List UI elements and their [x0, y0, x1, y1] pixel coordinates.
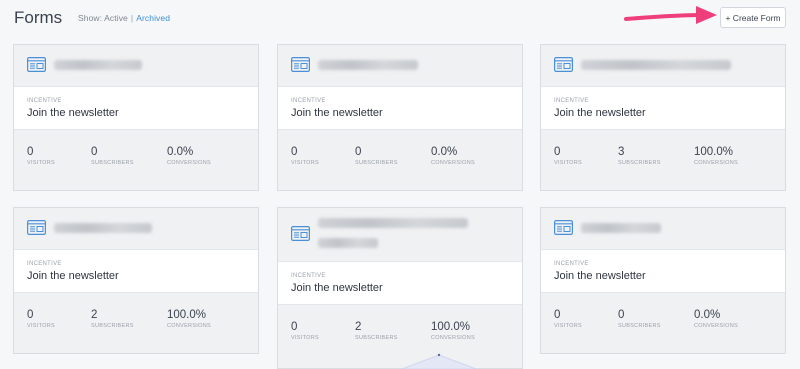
visitors-stat: 0 VISITORS: [554, 309, 582, 329]
web-form-icon: [27, 220, 46, 235]
incentive-label: INCENTIVE: [27, 261, 62, 267]
conversions-stat: 0.0% CONVERSIONS: [694, 309, 738, 329]
status-filter: Show: Active | Archived: [78, 13, 170, 23]
subscribers-stat: 2 SUBSCRIBERS: [91, 309, 134, 329]
incentive-value: Join the newsletter: [27, 107, 119, 119]
stats-row: 0 VISITORS 2 SUBSCRIBERS 100.0% CONVERSIONS: [14, 293, 258, 353]
incentive-value: Join the newsletter: [554, 107, 646, 119]
subscribers-stat: 3 SUBSCRIBERS: [618, 146, 661, 166]
conversions-stat: 0.0% CONVERSIONS: [431, 146, 475, 166]
filter-separator: |: [130, 13, 134, 23]
card-header: [541, 45, 785, 86]
form-card[interactable]: INCENTIVE Join the newsletter 0 VISITORS …: [540, 44, 786, 191]
subscribers-stat: 0 SUBSCRIBERS: [618, 309, 661, 329]
form-card[interactable]: INCENTIVE Join the newsletter 0 VISITORS …: [13, 44, 259, 191]
conversions-stat: 0.0% CONVERSIONS: [167, 146, 211, 166]
incentive-section: INCENTIVE Join the newsletter: [14, 86, 258, 130]
incentive-value: Join the newsletter: [291, 107, 383, 119]
visitors-stat: 0 VISITORS: [291, 321, 319, 341]
incentive-section: INCENTIVE Join the newsletter: [278, 261, 522, 305]
stats-row: 0 VISITORS 3 SUBSCRIBERS 100.0% CONVERSIONS: [541, 130, 785, 190]
form-name-redacted: [318, 60, 418, 70]
form-name-redacted: [318, 238, 378, 248]
web-form-icon: [554, 57, 573, 72]
visitors-stat: 0 VISITORS: [554, 146, 582, 166]
incentive-section: INCENTIVE Join the newsletter: [278, 86, 522, 130]
filter-active-link[interactable]: Active: [104, 13, 128, 23]
stats-row: 0 VISITORS 0 SUBSCRIBERS 0.0% CONVERSIONS: [541, 293, 785, 353]
incentive-label: INCENTIVE: [291, 98, 326, 104]
page-title: Forms: [14, 8, 63, 27]
form-name-redacted: [581, 60, 731, 70]
incentive-section: INCENTIVE Join the newsletter: [541, 86, 785, 130]
form-card[interactable]: INCENTIVE Join the newsletter 0 VISITORS …: [13, 207, 259, 354]
subscribers-stat: 0 SUBSCRIBERS: [91, 146, 134, 166]
web-form-icon: [27, 57, 46, 72]
incentive-label: INCENTIVE: [291, 273, 326, 279]
pointer-arrow-icon: [624, 6, 717, 24]
conversions-stat: 100.0% CONVERSIONS: [167, 309, 211, 329]
form-name-redacted: [581, 223, 661, 233]
subscribers-stat: 0 SUBSCRIBERS: [355, 146, 398, 166]
stats-row: 0 VISITORS 0 SUBSCRIBERS 0.0% CONVERSIONS: [14, 130, 258, 190]
filter-archived-link[interactable]: Archived: [136, 13, 170, 23]
card-header: [14, 208, 258, 249]
card-header: [278, 45, 522, 86]
incentive-section: INCENTIVE Join the newsletter: [14, 249, 258, 293]
incentive-section: INCENTIVE Join the newsletter: [541, 249, 785, 293]
conversions-stat: 100.0% CONVERSIONS: [694, 146, 738, 166]
form-card[interactable]: INCENTIVE Join the newsletter 0 VISITORS …: [277, 207, 523, 369]
incentive-label: INCENTIVE: [554, 98, 589, 104]
page-header: Forms Show: Active | Archived + Create For…: [0, 0, 800, 38]
web-form-icon: [291, 57, 310, 72]
tooltip-pointer-icon: [401, 353, 477, 369]
card-header: [278, 208, 522, 261]
create-form-button[interactable]: + Create Form: [720, 7, 786, 28]
conversions-stat: 100.0% CONVERSIONS: [431, 321, 475, 341]
subscribers-stat: 2 SUBSCRIBERS: [355, 321, 398, 341]
card-header: [541, 208, 785, 249]
visitors-stat: 0 VISITORS: [27, 146, 55, 166]
incentive-value: Join the newsletter: [554, 270, 646, 282]
web-form-icon: [554, 220, 573, 235]
visitors-stat: 0 VISITORS: [291, 146, 319, 166]
stats-row: 0 VISITORS 0 SUBSCRIBERS 0.0% CONVERSIONS: [278, 130, 522, 190]
form-card[interactable]: INCENTIVE Join the newsletter 0 VISITORS …: [277, 44, 523, 191]
visitors-stat: 0 VISITORS: [27, 309, 55, 329]
incentive-value: Join the newsletter: [291, 282, 383, 294]
card-header: [14, 45, 258, 86]
form-name-redacted: [318, 218, 468, 228]
form-name-redacted: [54, 223, 152, 233]
show-label: Show:: [78, 13, 103, 23]
incentive-value: Join the newsletter: [27, 270, 119, 282]
form-name-redacted: [54, 60, 142, 70]
web-form-icon: [291, 226, 310, 241]
incentive-label: INCENTIVE: [554, 261, 589, 267]
incentive-label: INCENTIVE: [27, 98, 62, 104]
form-card[interactable]: INCENTIVE Join the newsletter 0 VISITORS …: [540, 207, 786, 354]
